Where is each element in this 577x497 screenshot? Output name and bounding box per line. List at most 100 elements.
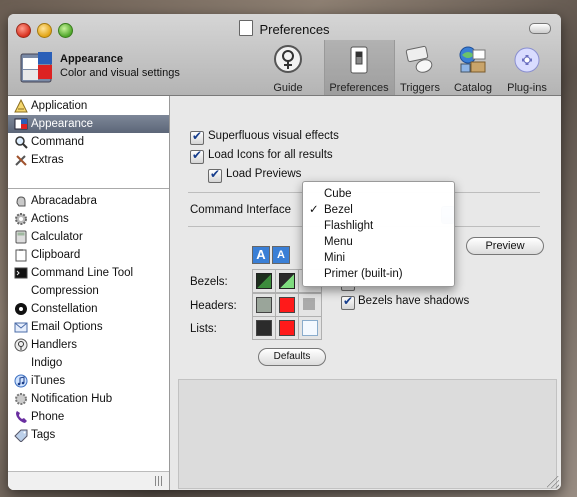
toolbar-catalog-button[interactable]: Catalog (450, 44, 496, 94)
application-icon (14, 99, 28, 113)
sidebar: Application Appearance Command Extras Ab… (8, 96, 170, 490)
sidebar-item-application[interactable]: Application (8, 97, 169, 115)
hand-icon (16, 196, 26, 207)
menu-item-label: Menu (324, 236, 353, 248)
guide-icon (274, 45, 302, 73)
list-background-swatch[interactable] (252, 316, 276, 340)
sidebar-item-label: Notification Hub (31, 393, 113, 405)
sidebar-item-actions[interactable]: Actions (8, 210, 169, 228)
superfluous-effects-label: Superfluous visual effects (208, 130, 339, 142)
list-highlight-swatch[interactable] (298, 316, 322, 340)
toolbar-triggers-button[interactable]: Triggers (396, 44, 444, 94)
sidebar-item-tags[interactable]: Tags (8, 426, 169, 444)
menu-item-mini[interactable]: Mini (303, 250, 454, 266)
catalog-icon (459, 46, 486, 73)
menu-item-bezel[interactable]: ✓ Bezel (303, 202, 454, 218)
window-title-bar: Preferences (8, 20, 561, 37)
load-previews-checkbox[interactable] (208, 167, 222, 183)
sidebar-item-command-line-tool[interactable]: Command Line Tool (8, 264, 169, 282)
terminal-icon (14, 267, 28, 279)
keyboard-mouse-icon (405, 45, 433, 73)
toolbar-catalog-label: Catalog (454, 82, 492, 94)
header-text-swatch[interactable] (275, 293, 299, 317)
calculator-icon (15, 230, 27, 244)
sidebar-item-label: Appearance (31, 118, 94, 130)
plugin-icon (514, 47, 540, 73)
sidebar-item-label: Calculator (31, 231, 83, 243)
toolbar-guide-button[interactable]: Guide (270, 44, 306, 94)
appearance-app-icon (20, 52, 52, 83)
sidebar-item-label: Phone (31, 411, 65, 423)
bezels-shadows-checkbox[interactable] (341, 294, 355, 310)
toolbar-plugins-label: Plug-ins (507, 82, 547, 94)
itunes-icon (14, 374, 28, 388)
app-subtitle: Color and visual settings (60, 67, 180, 79)
menu-item-label: Flashlight (324, 220, 374, 232)
gear-icon (15, 213, 27, 225)
preview-button[interactable]: Preview (466, 237, 544, 255)
sidebar-divider (8, 188, 169, 189)
list-text-swatch[interactable] (275, 316, 299, 340)
menu-item-label: Primer (built-in) (324, 268, 403, 280)
header-background-swatch[interactable] (252, 293, 276, 317)
headers-row-label: Headers: (190, 300, 237, 312)
sidebar-item-itunes[interactable]: iTunes (8, 372, 169, 390)
sidebar-item-appearance[interactable]: Appearance (8, 115, 169, 133)
sidebar-item-clipboard[interactable]: Clipboard (8, 246, 169, 264)
sidebar-item-label: Constellation (31, 303, 98, 315)
font-button-small[interactable]: A (272, 246, 290, 264)
menu-item-label: Cube (324, 188, 352, 200)
preview-area (178, 379, 557, 489)
notification-icon (15, 393, 27, 405)
toolbar-preferences-button[interactable]: Preferences (326, 44, 392, 94)
bezels-shadows-label: Bezels have shadows (358, 295, 470, 307)
bezel-text-swatch[interactable] (275, 269, 299, 293)
command-interface-label: Command Interface (190, 204, 291, 216)
defaults-button[interactable]: Defaults (258, 348, 326, 366)
sidebar-footer (8, 471, 169, 490)
sidebar-item-label: Compression (31, 285, 99, 297)
load-previews-label: Load Previews (226, 168, 302, 180)
sidebar-item-phone[interactable]: Phone (8, 408, 169, 426)
sidebar-item-label: Command (31, 136, 85, 148)
sidebar-item-label: Clipboard (31, 249, 81, 261)
command-interface-menu: Cube ✓ Bezel Flashlight Menu Mini Primer… (302, 181, 455, 287)
sidebar-item-calculator[interactable]: Calculator (8, 228, 169, 246)
appearance-icon (14, 118, 28, 130)
sidebar-item-label: Tags (31, 429, 56, 441)
switch-title-icon (239, 20, 254, 36)
menu-item-primer[interactable]: Primer (built-in) (303, 266, 454, 282)
toolbar-preferences-label: Preferences (329, 82, 389, 94)
tag-icon (14, 429, 28, 442)
constellation-icon (15, 303, 27, 315)
sidebar-item-email-options[interactable]: Email Options (8, 318, 169, 336)
header-highlight-swatch[interactable] (298, 293, 322, 317)
sidebar-item-command[interactable]: Command (8, 133, 169, 151)
sidebar-item-handlers[interactable]: Handlers (8, 336, 169, 354)
menu-item-menu[interactable]: Menu (303, 234, 454, 250)
menu-item-flashlight[interactable]: Flashlight (303, 218, 454, 234)
menu-item-cube[interactable]: Cube (303, 186, 454, 202)
sidebar-item-extras[interactable]: Extras (8, 151, 169, 169)
sidebar-item-label: Abracadabra (31, 195, 97, 207)
toolbar-plugins-button[interactable]: Plug-ins (504, 44, 550, 94)
sidebar-item-abracadabra[interactable]: Abracadabra (8, 192, 169, 210)
sidebar-item-label: Handlers (31, 339, 78, 351)
sidebar-resize-grip[interactable] (155, 476, 163, 486)
sidebar-item-notification-hub[interactable]: Notification Hub (8, 390, 169, 408)
sidebar-item-compression[interactable]: Compression (8, 282, 169, 300)
window-resize-grip[interactable] (547, 476, 559, 488)
clipboard-icon (15, 249, 27, 262)
bezel-background-swatch[interactable] (252, 269, 276, 293)
sidebar-item-label: Application (31, 100, 88, 112)
menu-item-label: Bezel (324, 204, 353, 216)
handlers-icon (14, 338, 28, 352)
sidebar-item-indigo[interactable]: Indigo (8, 354, 169, 372)
sidebar-item-constellation[interactable]: Constellation (8, 300, 169, 318)
font-button-large[interactable]: A (252, 246, 270, 264)
mail-icon (14, 322, 28, 333)
window-title: Preferences (259, 22, 330, 37)
preferences-window: Preferences Appearance Color and visual … (8, 14, 561, 490)
load-icons-checkbox[interactable] (190, 148, 204, 164)
superfluous-effects-checkbox[interactable] (190, 129, 204, 145)
